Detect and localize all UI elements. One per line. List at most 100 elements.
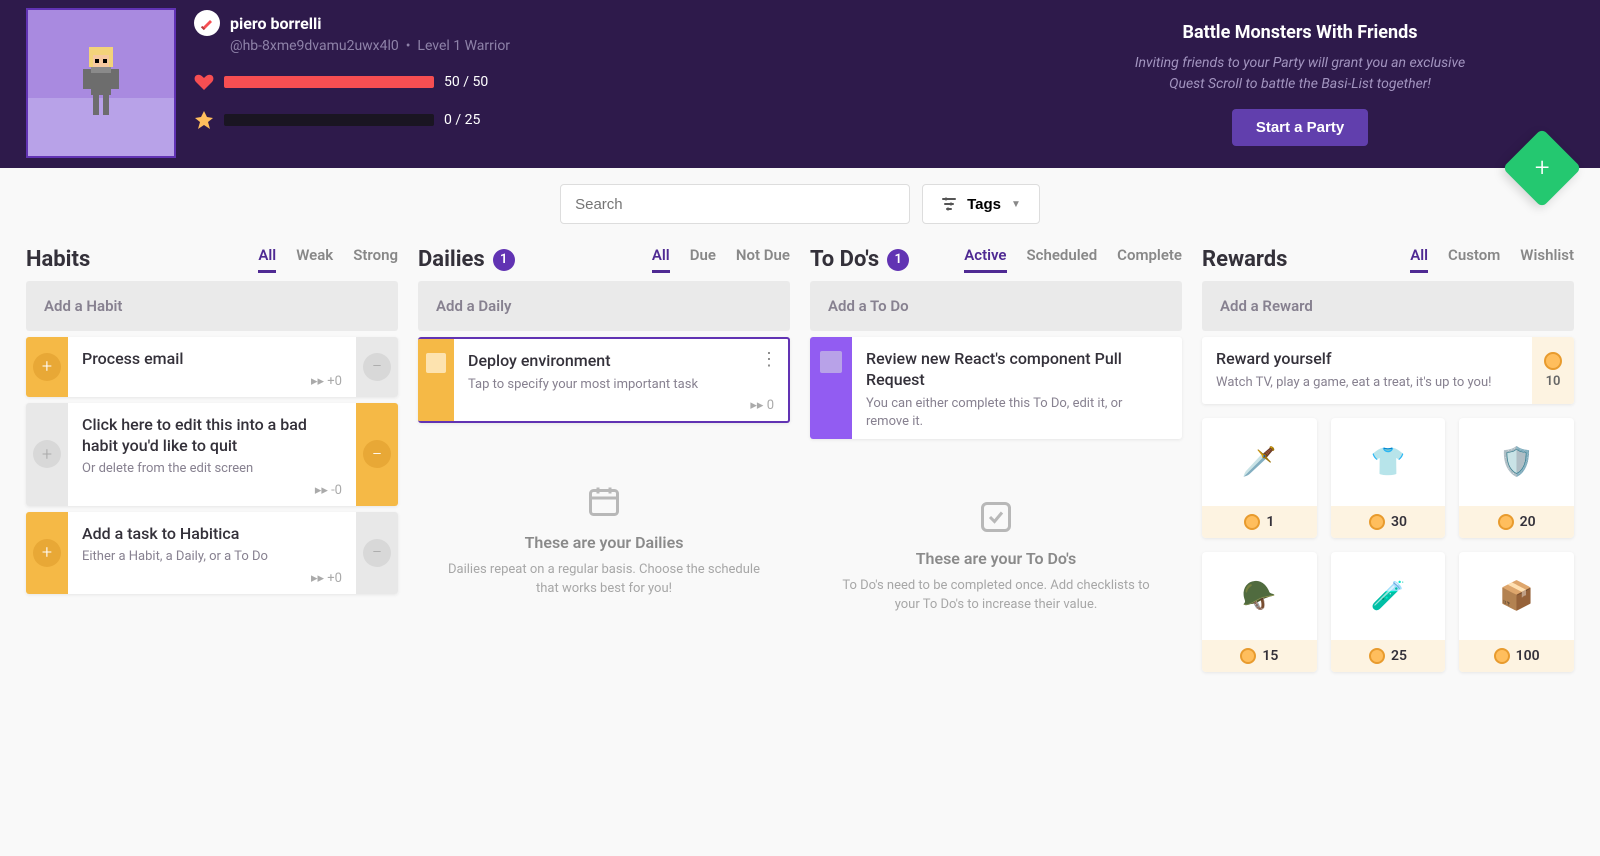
exp-row: 0 / 25 <box>194 110 510 130</box>
shop-item-sword[interactable]: 🗡️1 <box>1202 418 1317 538</box>
habits-column: Habits All Weak Strong Add a Habit +Proc… <box>26 240 398 672</box>
shop-item-helmet[interactable]: 🪖15 <box>1202 552 1317 672</box>
user-subtitle: @hb-8xme9dvamu2uwx4l0 • Level 1 Warrior <box>230 38 510 54</box>
todos-empty: These are your To Do's To Do's need to b… <box>810 439 1182 615</box>
calendar-icon <box>586 483 622 519</box>
coin-icon <box>1244 514 1260 530</box>
dailies-empty: These are your Dailies Dailies repeat on… <box>418 423 790 599</box>
app-header: piero borrelli @hb-8xme9dvamu2uwx4l0 • L… <box>0 0 1600 168</box>
habit-streak: ▸▸ -0 <box>82 483 342 498</box>
tab-habits-strong[interactable]: Strong <box>353 246 398 273</box>
add-reward-input[interactable]: Add a Reward <box>1202 281 1574 331</box>
habit-plus-button[interactable]: + <box>26 512 68 594</box>
coin-icon <box>1240 648 1256 664</box>
reward-card[interactable]: Reward yourself Watch TV, play a game, e… <box>1202 337 1574 404</box>
reward-sub: Watch TV, play a game, eat a treat, it's… <box>1216 374 1518 392</box>
add-daily-input[interactable]: Add a Daily <box>418 281 790 331</box>
dailies-badge: 1 <box>493 249 515 271</box>
reward-title: Reward yourself <box>1216 349 1518 370</box>
daily-sub: Tap to specify your most important task <box>468 376 774 394</box>
todo-card[interactable]: Review new React's component Pull Reques… <box>810 337 1182 439</box>
habit-card[interactable]: + Add a task to Habitica Either a Habit, a… <box>26 512 398 594</box>
habit-card[interactable]: +Process email▸▸ +0− <box>26 337 398 397</box>
tab-rewards-wishlist[interactable]: Wishlist <box>1520 246 1574 273</box>
tab-rewards-all[interactable]: All <box>1410 246 1428 273</box>
shop-item-shield[interactable]: 🛡️20 <box>1459 418 1574 538</box>
shop-price: 100 <box>1459 640 1574 672</box>
shop-price: 25 <box>1331 640 1446 672</box>
todo-title: Review new React's component Pull Reques… <box>866 349 1168 391</box>
dailies-column: Dailies 1 All Due Not Due Add a Daily ⋮ D… <box>418 240 790 672</box>
star-icon <box>194 110 214 130</box>
coin-icon <box>1544 352 1562 370</box>
health-text: 50 / 50 <box>444 74 488 90</box>
username[interactable]: piero borrelli <box>230 14 321 33</box>
habit-streak: ▸▸ +0 <box>82 571 342 586</box>
habit-title: Click here to edit this into a bad habit… <box>82 415 342 457</box>
tab-dailies-all[interactable]: All <box>652 246 670 273</box>
habit-plus-button[interactable]: + <box>26 403 68 506</box>
habit-minus-button[interactable]: − <box>356 512 398 594</box>
tab-todos-complete[interactable]: Complete <box>1117 246 1182 273</box>
shop-item-potion[interactable]: 🧪25 <box>1331 552 1446 672</box>
armor-icon: 👕 <box>1331 418 1446 506</box>
tab-todos-scheduled[interactable]: Scheduled <box>1027 246 1098 273</box>
exp-text: 0 / 25 <box>444 112 480 128</box>
tab-habits-weak[interactable]: Weak <box>296 246 333 273</box>
todo-sub: You can either complete this To Do, edit… <box>866 395 1168 431</box>
habit-plus-button[interactable]: + <box>26 337 68 397</box>
daily-streak: ▸▸ 0 <box>468 398 774 413</box>
todos-title: To Do's <box>810 247 879 272</box>
todos-badge: 1 <box>887 249 909 271</box>
promo-text1: Inviting friends to your Party will gran… <box>1000 53 1600 74</box>
shop-price: 15 <box>1202 640 1317 672</box>
pixel-avatar <box>75 43 127 123</box>
tab-rewards-custom[interactable]: Custom <box>1448 246 1500 273</box>
daily-title: Deploy environment <box>468 351 774 372</box>
habits-title: Habits <box>26 247 90 272</box>
checkbox-icon <box>978 499 1014 535</box>
habit-sub: Either a Habit, a Daily, or a To Do <box>82 548 342 566</box>
habit-streak: ▸▸ +0 <box>82 374 342 389</box>
toolbar: Tags ▼ <box>0 168 1600 240</box>
add-todo-input[interactable]: Add a To Do <box>810 281 1182 331</box>
rewards-title: Rewards <box>1202 247 1287 272</box>
heart-icon <box>194 72 214 92</box>
tab-dailies-due[interactable]: Due <box>690 246 716 273</box>
coin-icon <box>1369 514 1385 530</box>
promo-title: Battle Monsters With Friends <box>1000 22 1600 43</box>
todos-column: To Do's 1 Active Scheduled Complete Add a… <box>810 240 1182 672</box>
daily-card[interactable]: ⋮ Deploy environment Tap to specify your… <box>418 337 790 423</box>
daily-checkbox[interactable] <box>418 339 454 421</box>
habit-title: Add a task to Habitica <box>82 524 342 545</box>
tags-button[interactable]: Tags ▼ <box>922 184 1040 224</box>
shield-icon: 🛡️ <box>1459 418 1574 506</box>
health-row: 50 / 50 <box>194 72 510 92</box>
tab-todos-active[interactable]: Active <box>964 246 1006 273</box>
todo-checkbox[interactable] <box>810 337 852 439</box>
coin-icon <box>1369 648 1385 664</box>
chest-icon: 📦 <box>1459 552 1574 640</box>
sword-icon: 🗡️ <box>1202 418 1317 506</box>
tab-habits-all[interactable]: All <box>258 246 276 273</box>
habit-minus-button[interactable]: − <box>356 403 398 506</box>
shop-item-armor[interactable]: 👕30 <box>1331 418 1446 538</box>
search-input[interactable] <box>560 184 910 224</box>
habit-minus-button[interactable]: − <box>356 337 398 397</box>
avatar-frame[interactable] <box>26 8 176 158</box>
reward-cost-button[interactable]: 10 <box>1532 337 1574 404</box>
habit-card[interactable]: + Click here to edit this into a bad habi… <box>26 403 398 506</box>
tab-dailies-notdue[interactable]: Not Due <box>736 246 790 273</box>
kebab-icon[interactable]: ⋮ <box>760 349 778 370</box>
add-habit-input[interactable]: Add a Habit <box>26 281 398 331</box>
habit-sub: Or delete from the edit screen <box>82 460 342 478</box>
plus-icon: + <box>1535 153 1550 183</box>
start-party-button[interactable]: Start a Party <box>1232 109 1368 146</box>
dailies-title: Dailies <box>418 247 485 272</box>
rewards-column: Rewards All Custom Wishlist Add a Reward… <box>1202 240 1574 672</box>
promo-panel: Battle Monsters With Friends Inviting fr… <box>1000 0 1600 146</box>
shop-item-chest[interactable]: 📦100 <box>1459 552 1574 672</box>
coin-icon <box>1494 648 1510 664</box>
shop-price: 20 <box>1459 506 1574 538</box>
class-icon <box>194 10 220 36</box>
